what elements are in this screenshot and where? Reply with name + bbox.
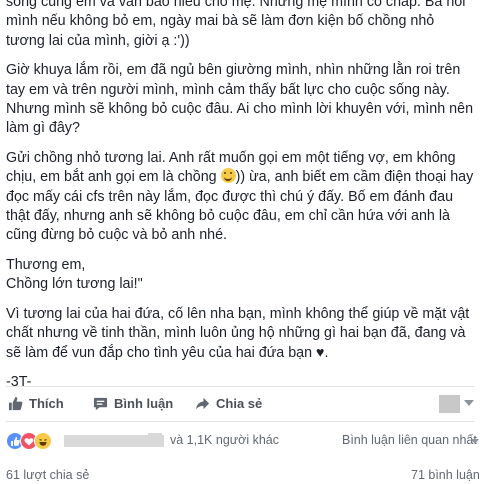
post-paragraph: sống cùng em và vẫn báo hiếu cho mẹ. Như… — [6, 0, 466, 49]
divider — [6, 421, 475, 422]
reactor-names-redacted — [148, 433, 162, 439]
reactions-others-link[interactable]: và 1,1K người khác — [170, 433, 279, 447]
post-paragraph: -3T- — [6, 373, 32, 390]
post-paragraph: Chồng lớn tương lai!" — [6, 276, 143, 293]
comment-icon — [93, 397, 108, 411]
post-footer: 61 lượt chia sẻ 71 bình luận — [0, 468, 481, 484]
post-paragraph: Gửi chồng nhỏ tương lai. Anh rất muốn gọ… — [6, 149, 476, 246]
post-paragraph: Vì tương lai của hai đứa, cố lên nha bạn… — [6, 305, 470, 361]
facebook-post: sống cùng em và vẫn báo hiếu cho mẹ. Như… — [0, 0, 481, 484]
thumbs-up-icon — [8, 396, 23, 411]
share-icon — [195, 397, 210, 410]
like-button[interactable]: Thích — [8, 396, 64, 411]
action-bar: Thích Bình luận Chia sẻ — [0, 393, 481, 417]
comment-filter-dropdown[interactable]: Bình luận liên quan nhất — [342, 433, 477, 447]
post-body: sống cùng em và vẫn báo hiếu cho mẹ. Như… — [6, 0, 476, 402]
share-button[interactable]: Chia sẻ — [195, 396, 262, 411]
chevron-down-icon[interactable] — [471, 439, 479, 444]
comment-count[interactable]: 71 bình luận — [411, 468, 480, 482]
share-label: Chia sẻ — [216, 396, 263, 411]
like-label: Thích — [29, 396, 64, 411]
post-paragraph: Giờ khuya lắm rồi, em đã ngủ bên giường … — [6, 62, 474, 137]
avatar[interactable] — [439, 395, 460, 413]
post-paragraph: Thương em, — [6, 256, 86, 273]
comment-button[interactable]: Bình luận — [93, 396, 173, 411]
share-count[interactable]: 61 lượt chia sẻ — [6, 468, 89, 482]
haha-reaction-icon[interactable] — [34, 432, 52, 450]
smile-emoji-icon — [220, 168, 236, 184]
divider — [6, 386, 475, 387]
comment-label: Bình luận — [114, 396, 174, 411]
chevron-down-icon[interactable] — [464, 400, 474, 406]
reactions-bar: và 1,1K người khác Bình luận liên quan n… — [0, 428, 481, 452]
